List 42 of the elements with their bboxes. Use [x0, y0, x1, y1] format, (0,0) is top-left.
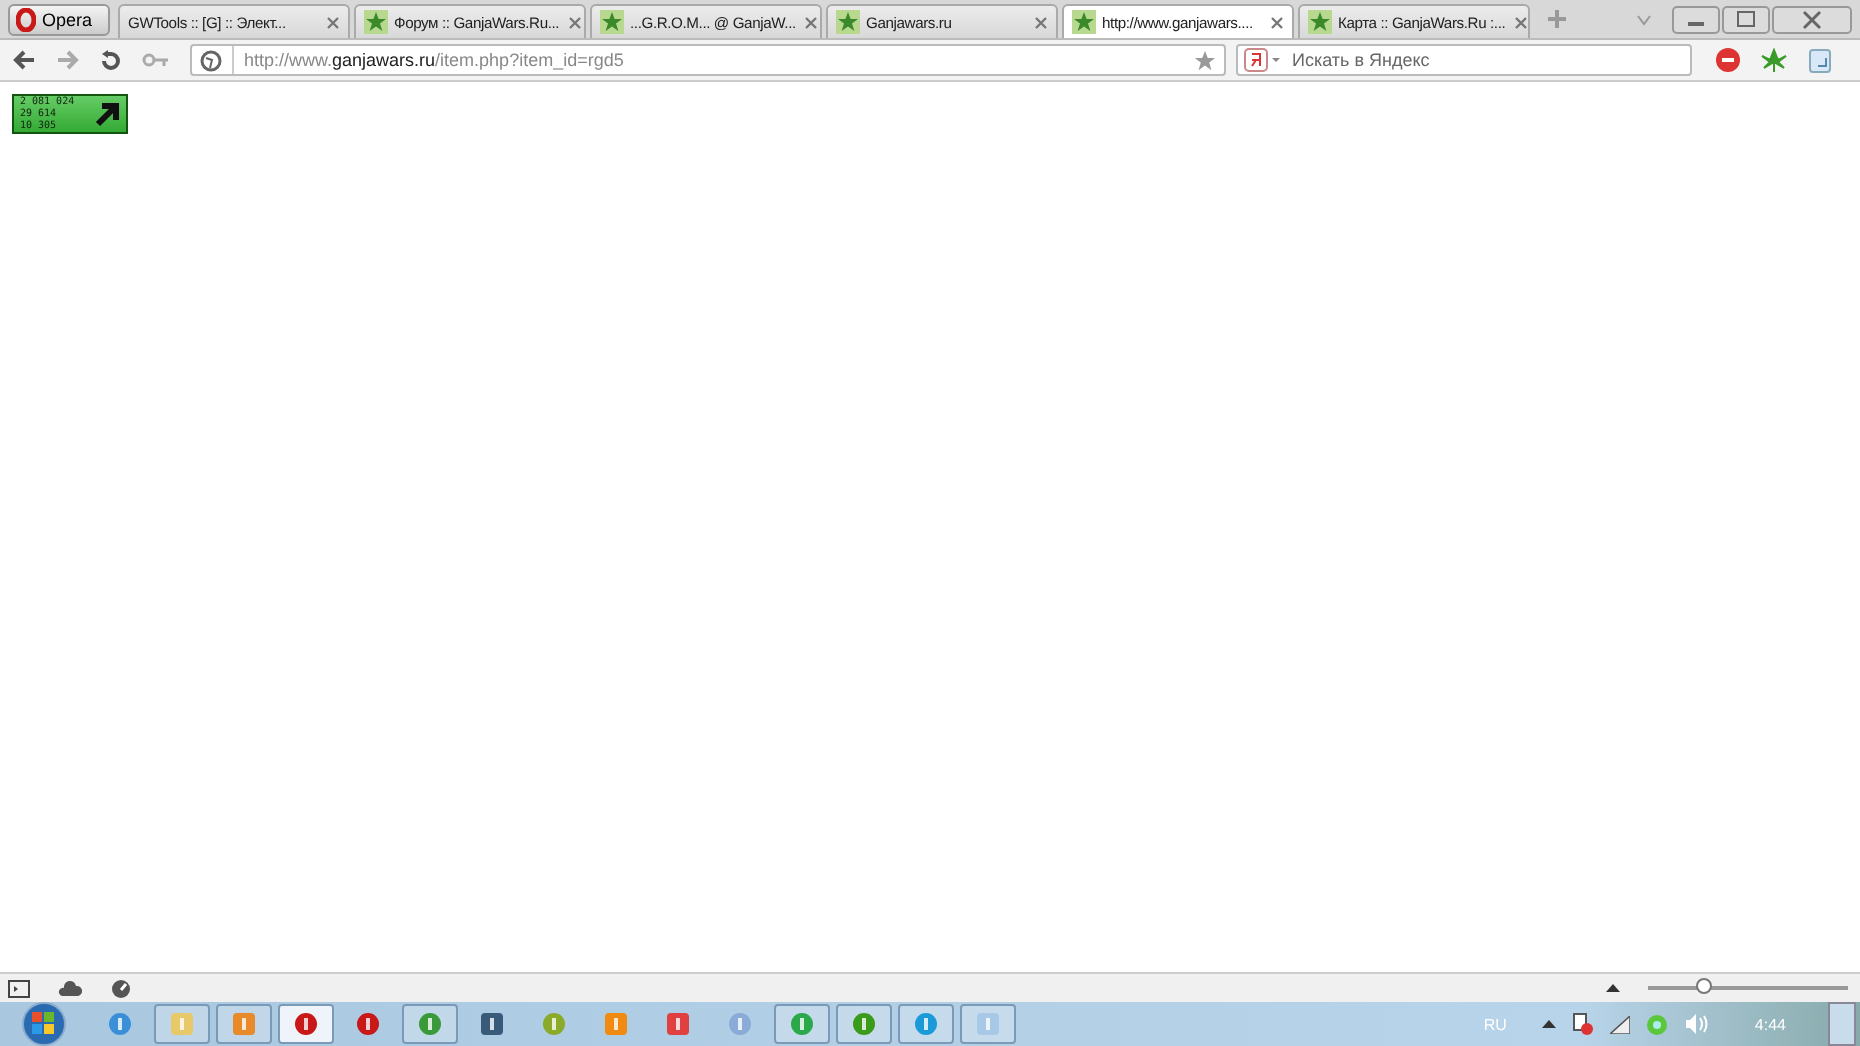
- tab-list-icon[interactable]: [1636, 13, 1652, 25]
- taskbar-button[interactable]: [898, 1004, 954, 1044]
- taskbar-button[interactable]: [836, 1004, 892, 1044]
- close-icon[interactable]: [1270, 15, 1285, 29]
- search-field[interactable]: Искать в Яндекс: [1236, 44, 1692, 76]
- key-icon[interactable]: [142, 52, 170, 68]
- arrow-icon: [94, 101, 120, 127]
- taskbar-button[interactable]: [402, 1004, 458, 1044]
- panel-toggle-icon[interactable]: [8, 979, 30, 997]
- taskbar-button[interactable]: [278, 1004, 334, 1044]
- new-tab-icon[interactable]: [1546, 8, 1569, 30]
- taskbar-button[interactable]: [216, 1004, 272, 1044]
- taskbar-button[interactable]: [960, 1004, 1016, 1044]
- speedometer-icon[interactable]: [110, 978, 132, 998]
- minimize-icon[interactable]: [1672, 5, 1720, 33]
- signal-icon[interactable]: [1610, 1015, 1631, 1033]
- volume-icon[interactable]: [1684, 1014, 1709, 1034]
- flag-icon[interactable]: [1572, 1012, 1595, 1036]
- address-field[interactable]: http://www.ganjawars.ru/item.php?item_id=rgd5: [190, 44, 1226, 76]
- close-icon[interactable]: [1772, 5, 1852, 33]
- leaf-icon[interactable]: [1760, 48, 1788, 72]
- up-arrow-icon[interactable]: [1542, 1020, 1557, 1028]
- close-icon[interactable]: [1034, 15, 1049, 29]
- reload-icon[interactable]: [100, 49, 122, 71]
- forward-icon[interactable]: [56, 50, 80, 70]
- close-icon[interactable]: [803, 15, 818, 29]
- show-desktop-button[interactable]: [1828, 1002, 1856, 1046]
- back-icon[interactable]: [12, 50, 36, 70]
- stop-sign-icon[interactable]: [1716, 48, 1740, 72]
- close-icon[interactable]: [326, 15, 341, 29]
- opera-logo-icon: [16, 7, 36, 31]
- taskbar-button[interactable]: [774, 1004, 830, 1044]
- document-icon[interactable]: [1808, 47, 1832, 73]
- taskbar-button[interactable]: [154, 1004, 210, 1044]
- cloud-icon[interactable]: [58, 980, 82, 996]
- slider-thumb[interactable]: [1696, 978, 1712, 994]
- opera-menu-button[interactable]: Opera: [8, 3, 111, 35]
- up-arrow-icon[interactable]: [1606, 984, 1620, 992]
- close-icon[interactable]: [567, 15, 582, 29]
- bookmark-star-icon[interactable]: [1194, 49, 1216, 71]
- close-icon[interactable]: [1513, 15, 1528, 29]
- maximize-icon[interactable]: [1722, 5, 1770, 33]
